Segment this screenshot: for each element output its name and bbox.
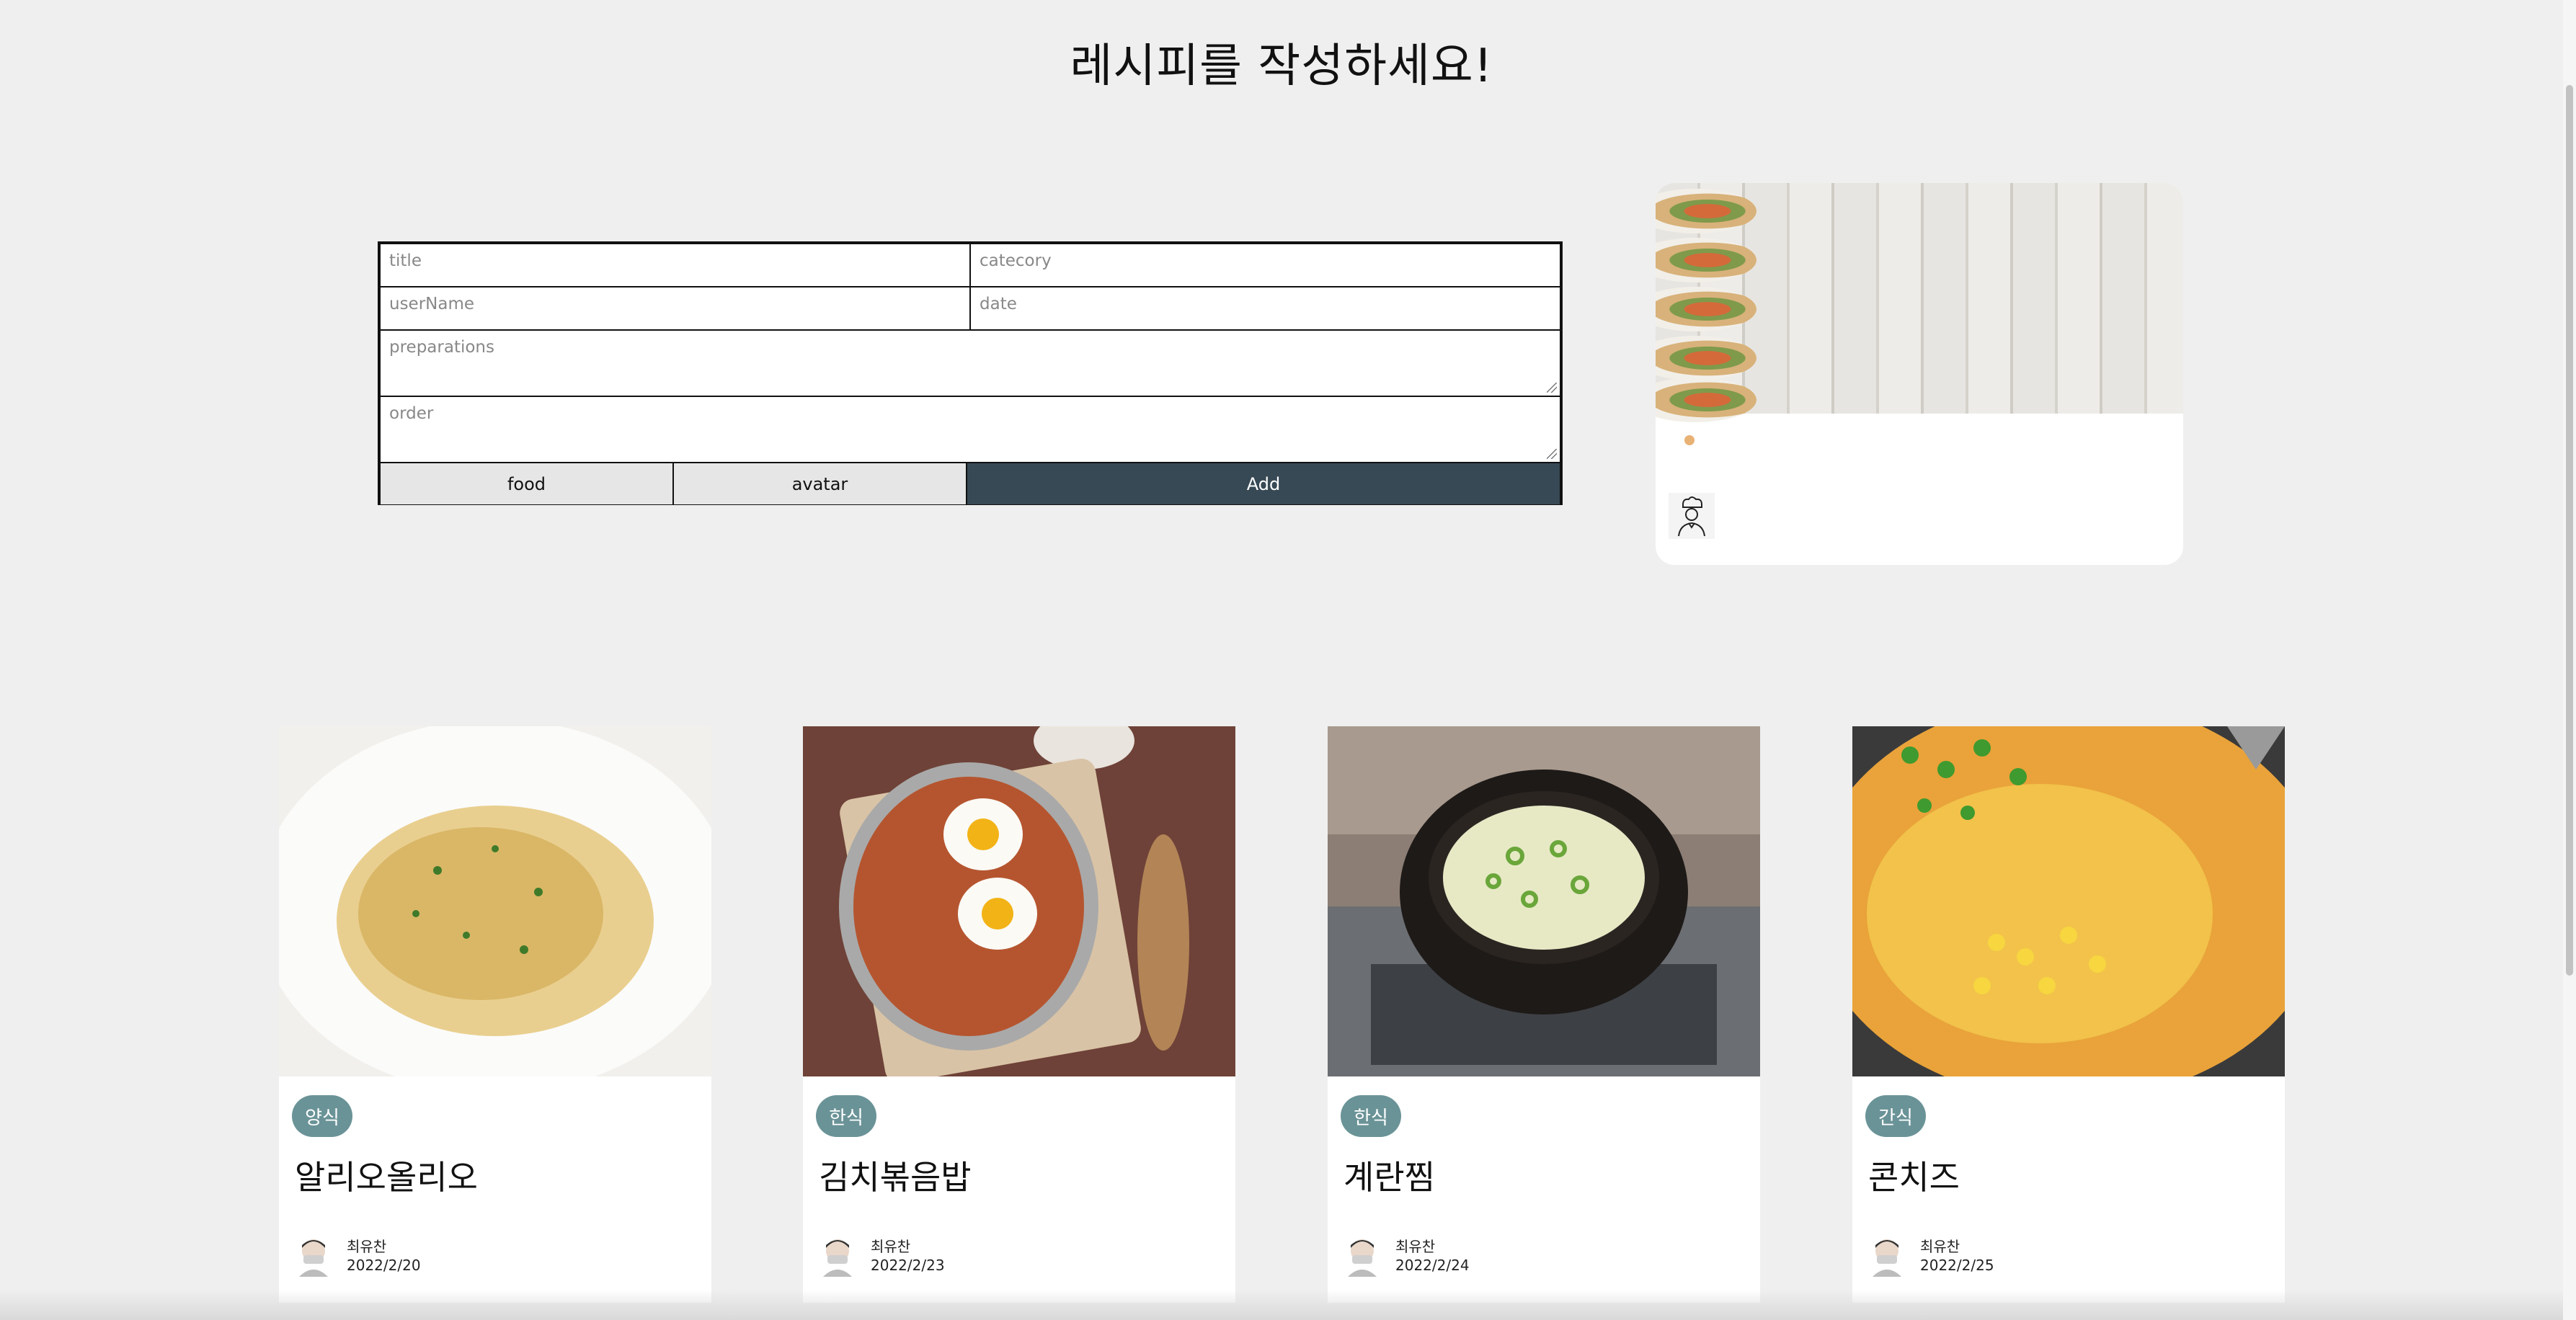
recipe-title: 계란찜: [1343, 1158, 1435, 1197]
recipe-food-image: [279, 726, 711, 1076]
recipe-form: title catecory userName date preparation…: [378, 241, 1563, 505]
category-badge: 양식: [292, 1095, 352, 1137]
form-row: preparations: [380, 330, 1560, 396]
chef-avatar-icon: [1669, 493, 1715, 539]
recipe-list: 양식 알리오올리오 최유찬 2022/2/20 한식 김치볶음밥 최유찬 202…: [0, 726, 2576, 1303]
user-avatar: [1342, 1234, 1382, 1277]
preview-category-dot: [1684, 435, 1695, 445]
title-input[interactable]: title: [380, 244, 970, 287]
category-badge: 한식: [1341, 1095, 1401, 1137]
date-input[interactable]: date: [970, 287, 1560, 330]
recipe-card[interactable]: 간식 콘치즈 최유찬 2022/2/25: [1852, 726, 2285, 1303]
recipe-author: 최유찬: [1920, 1238, 1960, 1255]
category-badge: 간식: [1865, 1095, 1926, 1137]
add-button[interactable]: Add: [967, 463, 1560, 505]
window-bottom-shadow: [0, 1290, 2576, 1320]
preview-plates-decoration: [1656, 183, 1778, 422]
recipe-author: 최유찬: [347, 1238, 387, 1255]
form-row: userName date: [380, 287, 1560, 330]
category-input[interactable]: catecory: [970, 244, 1560, 287]
food-image-button[interactable]: food: [380, 463, 673, 505]
avatar-image-button[interactable]: avatar: [673, 463, 967, 505]
preparations-textarea[interactable]: preparations: [380, 330, 1560, 396]
recipe-date: 2022/2/24: [1395, 1257, 1470, 1274]
user-avatar: [1867, 1234, 1907, 1277]
recipe-card[interactable]: 양식 알리오올리오 최유찬 2022/2/20: [279, 726, 711, 1303]
recipe-food-image: [1328, 726, 1760, 1076]
user-avatar: [817, 1234, 858, 1277]
vertical-scrollbar-thumb[interactable]: [2566, 85, 2573, 976]
form-buttons: food avatar Add: [380, 463, 1560, 505]
recipe-title: 알리오올리오: [295, 1158, 478, 1197]
category-badge: 한식: [816, 1095, 876, 1137]
recipe-card[interactable]: 한식 계란찜 최유찬 2022/2/24: [1328, 726, 1760, 1303]
recipe-card[interactable]: 한식 김치볶음밥 최유찬 2022/2/23: [803, 726, 1235, 1303]
preview-food-image: [1656, 183, 2183, 422]
preview-card: [1656, 183, 2183, 565]
recipe-author: 최유찬: [871, 1238, 911, 1255]
recipe-title: 김치볶음밥: [819, 1158, 972, 1197]
recipe-food-image: [1852, 726, 2285, 1076]
order-placeholder: order: [389, 404, 434, 423]
recipe-author: 최유찬: [1395, 1238, 1436, 1255]
form-row: title catecory: [380, 244, 1560, 287]
page-title: 레시피를 작성하세요!: [1070, 40, 1493, 93]
form-row: order: [380, 396, 1560, 463]
username-input[interactable]: userName: [380, 287, 970, 330]
recipe-title: 콘치즈: [1868, 1158, 1960, 1197]
resize-handle-icon[interactable]: [1547, 383, 1557, 393]
recipe-date: 2022/2/20: [347, 1257, 421, 1274]
recipe-date: 2022/2/23: [871, 1257, 945, 1274]
recipe-food-image: [803, 726, 1235, 1076]
recipe-date: 2022/2/25: [1920, 1257, 1994, 1274]
resize-handle-icon[interactable]: [1547, 449, 1557, 459]
order-textarea[interactable]: order: [380, 396, 1560, 463]
preparations-placeholder: preparations: [389, 338, 494, 357]
user-avatar: [293, 1234, 334, 1277]
